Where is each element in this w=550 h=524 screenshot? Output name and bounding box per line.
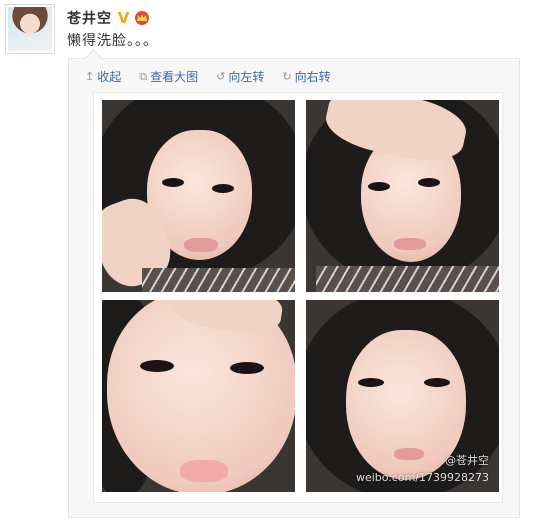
photo-collage[interactable]: @苍井空 weibo.com/1739928273 [93, 92, 503, 503]
photo-tile-1 [102, 100, 295, 292]
rotate-right-icon: ↻ [282, 70, 292, 83]
photo-tile-2 [306, 100, 499, 292]
watermark-handle: @苍井空 [445, 454, 489, 467]
rotate-right-label: 向右转 [294, 70, 331, 84]
rotate-left-button[interactable]: ↺ 向左转 [216, 68, 264, 85]
up-arrow-icon: ↥ [85, 70, 95, 83]
user-name[interactable]: 苍井空 [67, 8, 112, 28]
user-avatar[interactable] [5, 4, 55, 54]
post-text: 懒得洗脸。。。 [67, 33, 158, 49]
rotate-right-button[interactable]: ↻ 向右转 [282, 68, 330, 85]
view-large-button[interactable]: ⧉ 查看大图 [139, 68, 198, 85]
crown-icon[interactable] [135, 11, 149, 25]
photo-tile-4: @苍井空 weibo.com/1739928273 [306, 300, 499, 492]
rotate-left-icon: ↺ [216, 70, 226, 83]
box-pointer [84, 49, 103, 68]
avatar-image [8, 7, 52, 51]
photo-tile-3 [102, 300, 295, 492]
external-link-icon: ⧉ [139, 69, 148, 83]
media-expanded-box: ↥ 收起 ⧉ 查看大图 ↺ 向左转 ↻ 向右转 @苍井空 weibo.com/1… [68, 49, 520, 518]
user-name-row: 苍井空 V [67, 8, 149, 28]
verified-v-icon[interactable]: V [116, 9, 131, 27]
collapse-label: 收起 [97, 70, 122, 84]
media-toolbar: ↥ 收起 ⧉ 查看大图 ↺ 向左转 ↻ 向右转 [85, 68, 331, 85]
collapse-button[interactable]: ↥ 收起 [85, 68, 121, 85]
view-large-label: 查看大图 [150, 70, 199, 84]
watermark-url: weibo.com/1739928273 [355, 471, 489, 484]
rotate-left-label: 向左转 [228, 70, 265, 84]
